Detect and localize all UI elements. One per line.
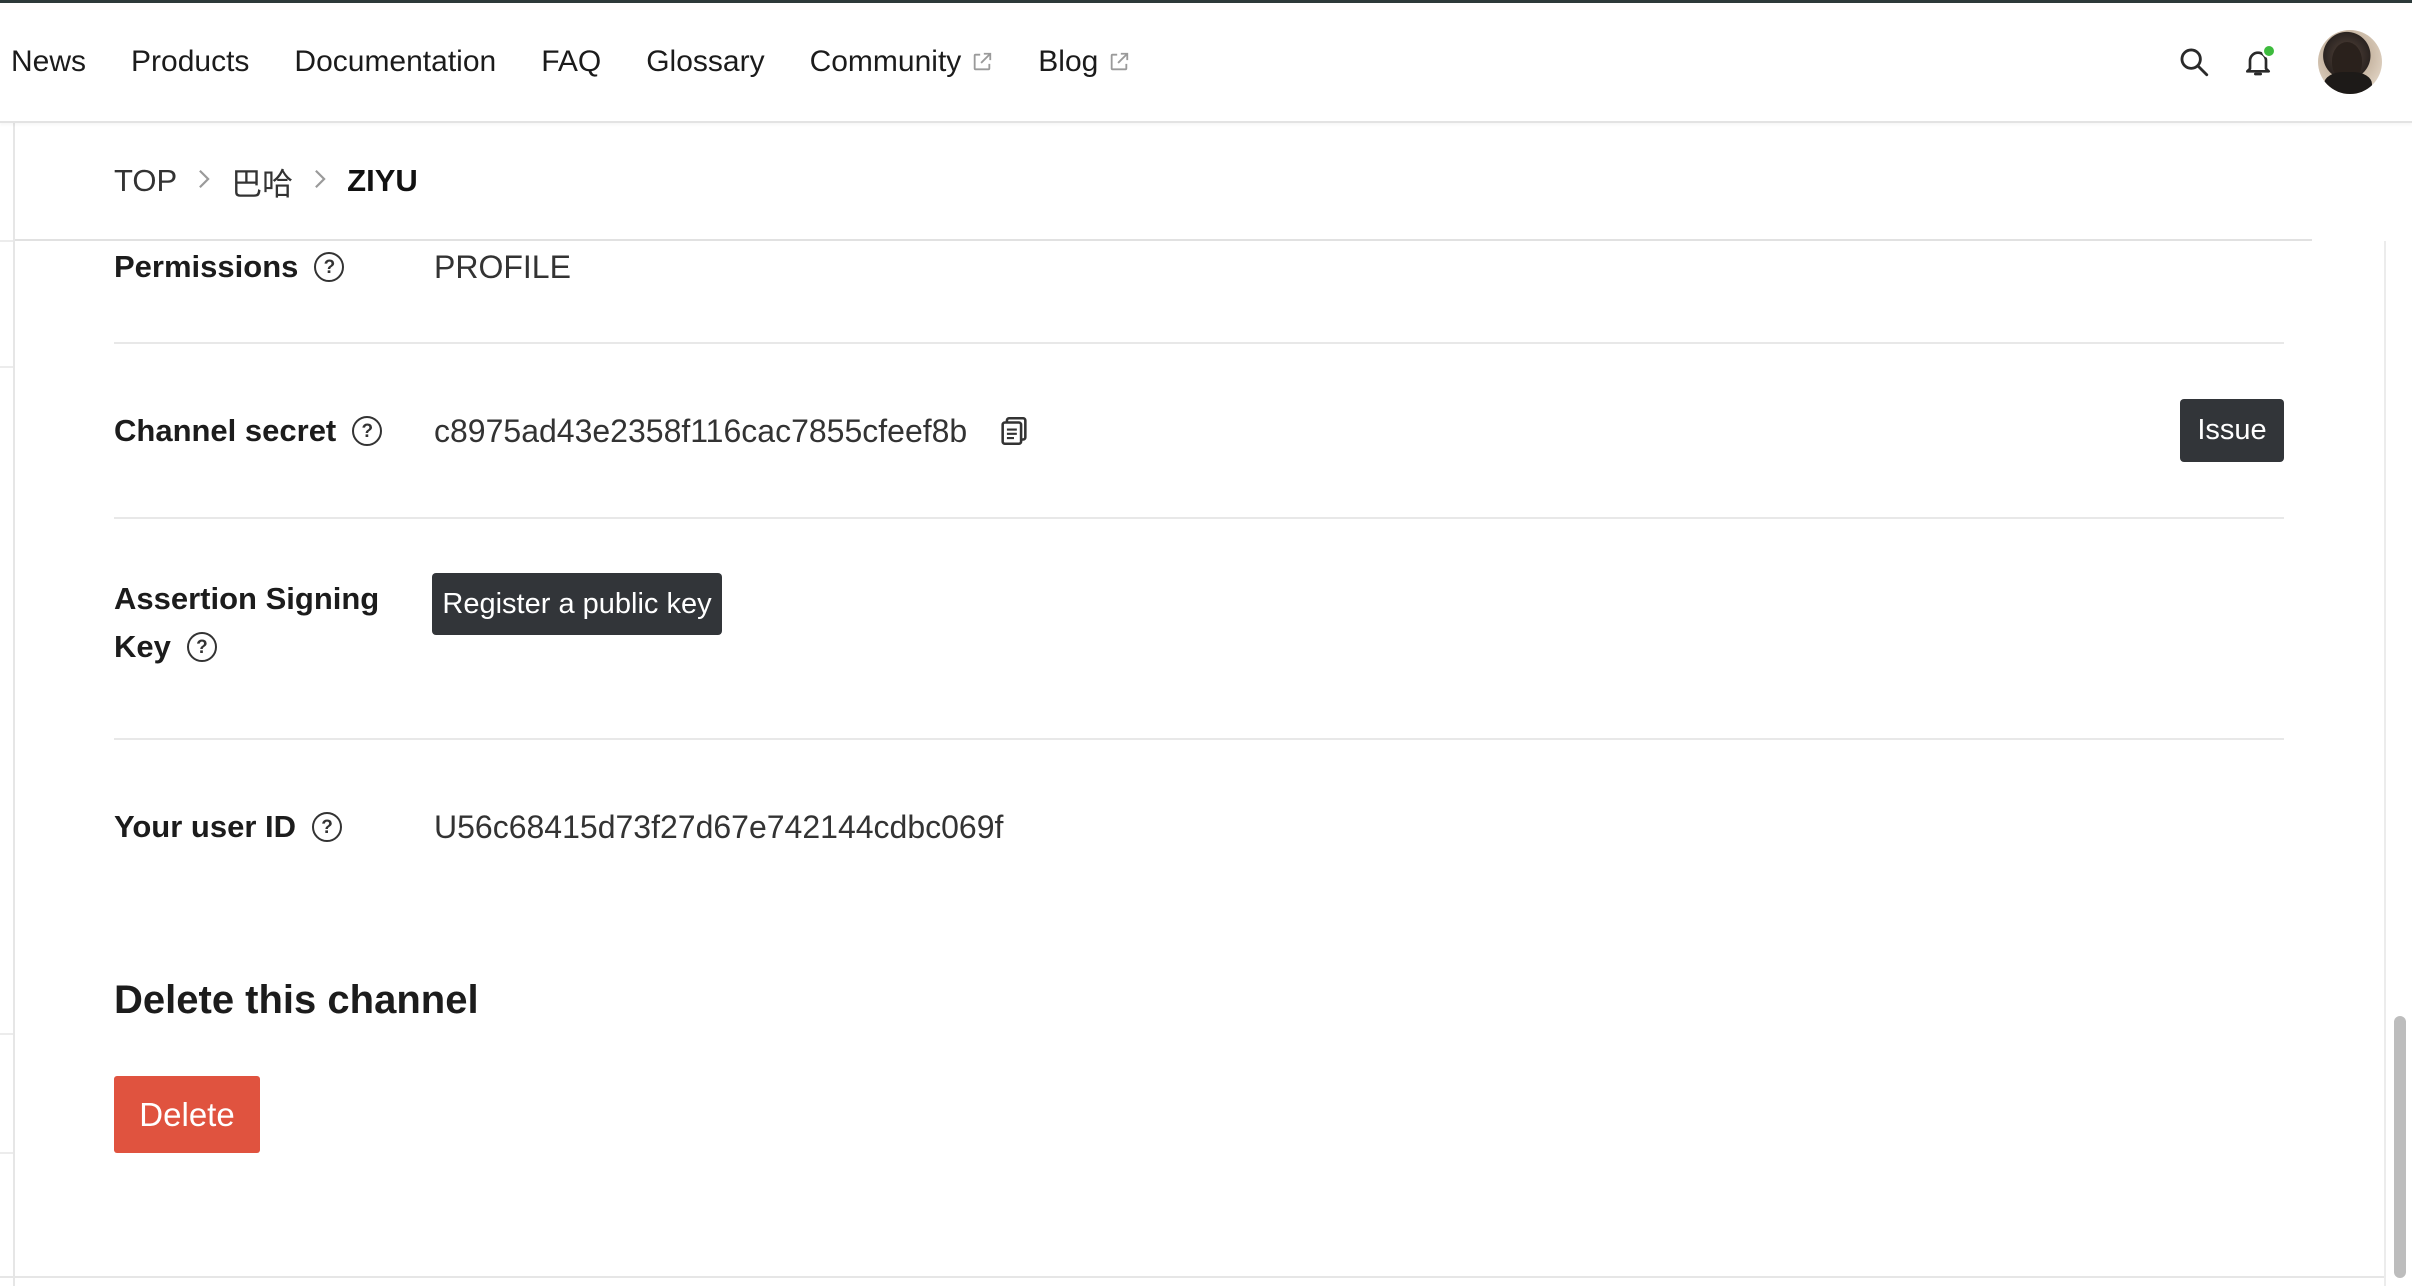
sidebar-divider xyxy=(0,366,13,368)
settings-row-permissions: Permissions ? PROFILE xyxy=(114,241,2284,344)
breadcrumb-provider[interactable]: 巴哈 xyxy=(231,159,293,204)
search-button[interactable] xyxy=(2174,42,2214,82)
avatar-body xyxy=(2324,72,2372,94)
user-id-label: Your user ID ? xyxy=(114,803,343,851)
notifications-button[interactable] xyxy=(2238,42,2278,82)
nav-item-label: Glossary xyxy=(646,45,765,78)
channel-secret-text: c8975ad43e2358f116cac7855cfeef8b xyxy=(434,413,968,449)
help-icon[interactable]: ? xyxy=(352,416,383,446)
nav-item-news[interactable]: News xyxy=(11,45,86,79)
nav-item-products[interactable]: Products xyxy=(131,45,249,79)
row-label-text: Key xyxy=(114,629,171,664)
nav-item-community[interactable]: Community xyxy=(810,45,994,79)
breadcrumb: TOP 巴哈 ZIYU xyxy=(114,123,418,239)
external-link-icon xyxy=(974,52,992,71)
row-label-line2: Key ? xyxy=(114,623,379,671)
settings-row-user-id: Your user ID ? U56c68415d73f27d67e742144… xyxy=(114,740,2284,915)
issue-button[interactable]: Issue xyxy=(2180,399,2284,462)
sidebar-divider xyxy=(0,240,13,242)
channel-secret-label: Channel secret ? xyxy=(114,407,383,455)
row-label-text: Channel secret xyxy=(114,413,337,448)
settings-row-channel-secret: Channel secret ? c8975ad43e2358f116cac78… xyxy=(114,344,2284,519)
nav-item-documentation[interactable]: Documentation xyxy=(294,45,496,79)
nav-item-label: FAQ xyxy=(541,45,602,78)
nav-item-label: Products xyxy=(131,45,250,78)
breadcrumb-current: ZIYU xyxy=(347,163,418,198)
nav-item-label: Blog xyxy=(1038,45,1099,78)
avatar[interactable] xyxy=(2318,30,2382,94)
nav-item-glossary[interactable]: Glossary xyxy=(646,45,764,79)
row-label-text: Your user ID xyxy=(114,809,297,844)
bottom-divider xyxy=(0,1276,2384,1278)
permissions-label: Permissions ? xyxy=(114,243,345,291)
sidebar-divider xyxy=(0,1152,13,1154)
register-public-key-button[interactable]: Register a public key xyxy=(432,573,722,635)
external-link-icon xyxy=(1111,52,1129,71)
delete-section-title: Delete this channel xyxy=(114,978,479,1022)
nav-item-label: News xyxy=(11,45,87,78)
breadcrumb-top[interactable]: TOP xyxy=(114,163,177,199)
assertion-key-label: Assertion Signing Key ? xyxy=(114,575,379,671)
delete-button[interactable]: Delete xyxy=(114,1076,260,1153)
help-icon[interactable]: ? xyxy=(312,812,343,842)
breadcrumb-separator xyxy=(197,165,211,197)
help-icon[interactable]: ? xyxy=(314,252,345,282)
settings-row-assertion-key: Assertion Signing Key ? Register a publi… xyxy=(114,519,2284,740)
row-label-text: Permissions xyxy=(114,249,299,284)
sidebar-divider xyxy=(0,1033,13,1035)
nav-item-faq[interactable]: FAQ xyxy=(541,45,601,79)
permissions-value: PROFILE xyxy=(434,249,571,285)
page: News Products Documentation FAQ Glossary… xyxy=(0,0,2412,1286)
breadcrumb-separator xyxy=(313,165,327,197)
breadcrumb-bar: TOP 巴哈 ZIYU xyxy=(15,123,2312,241)
nav-item-blog[interactable]: Blog xyxy=(1038,45,1130,79)
nav-item-label: Documentation xyxy=(294,45,497,78)
nav-item-label: Community xyxy=(809,45,962,78)
top-header: News Products Documentation FAQ Glossary… xyxy=(0,3,2412,123)
help-icon[interactable]: ? xyxy=(186,632,217,662)
copy-icon[interactable] xyxy=(997,414,1031,448)
channel-secret-value: c8975ad43e2358f116cac7855cfeef8b xyxy=(434,407,1031,455)
scrollbar-track[interactable] xyxy=(2384,241,2412,1286)
search-icon xyxy=(2180,48,2209,77)
notification-dot xyxy=(2262,44,2276,58)
row-label-text: Assertion Signing xyxy=(114,581,380,616)
user-id-value: U56c68415d73f27d67e742144cdbc069f xyxy=(434,809,1004,845)
sidebar-edge xyxy=(13,123,15,1286)
header-actions xyxy=(2174,3,2412,121)
main-nav: News Products Documentation FAQ Glossary… xyxy=(0,3,1163,121)
scrollbar-thumb[interactable] xyxy=(2394,1016,2406,1278)
